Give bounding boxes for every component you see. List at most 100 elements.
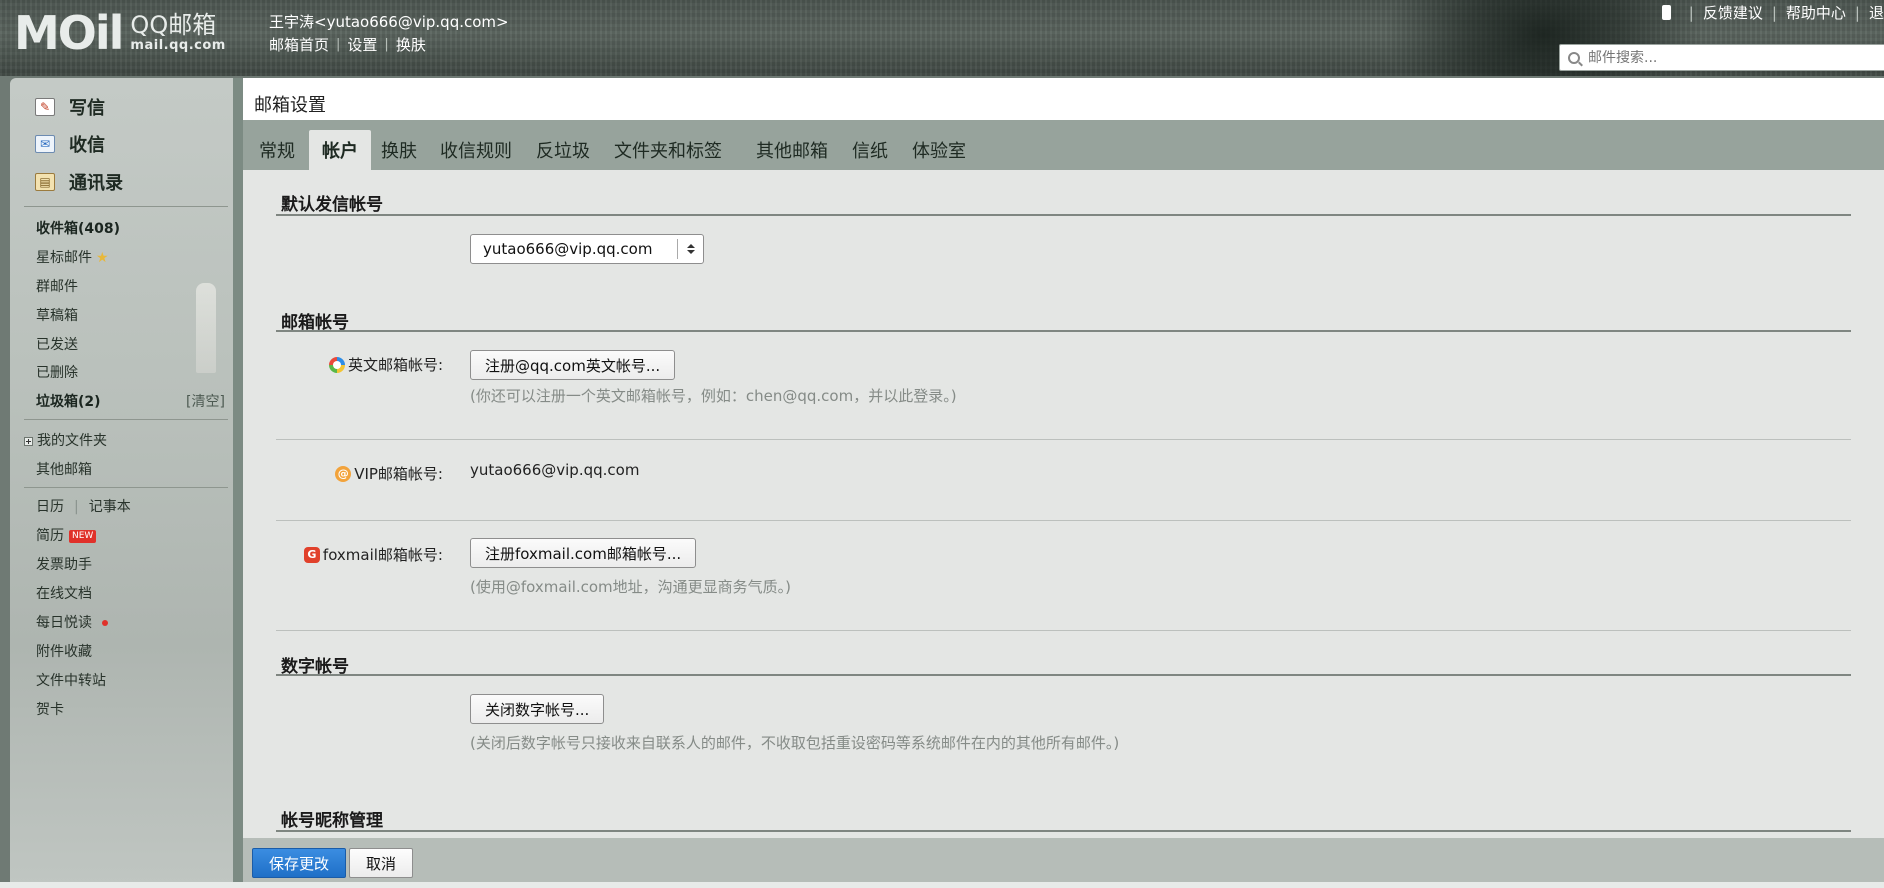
sidebar: ✎ 写信 ✉ 收信 ▤ 通讯录 收件箱(408) 星标邮件 ★ 群邮件 草稿箱 已… xyxy=(10,78,233,888)
tab-antispam[interactable]: 反垃圾 xyxy=(523,130,603,170)
tab-stationery[interactable]: 信纸 xyxy=(839,130,901,170)
app-file-transfer[interactable]: 文件中转站 xyxy=(36,670,106,690)
address-book-icon: ▤ xyxy=(35,173,55,191)
tab-folders-labels[interactable]: 文件夹和标签 xyxy=(601,130,735,170)
register-foxmail-button[interactable]: 注册foxmail.com邮箱帐号... xyxy=(470,538,697,568)
page-title: 邮箱设置 xyxy=(254,95,326,116)
default-sender-select[interactable]: yutao666@vip.qq.com xyxy=(470,234,704,264)
vip-account-label-wrap: @ VIP邮箱帐号: xyxy=(243,463,443,483)
separator: | xyxy=(74,499,79,515)
close-digital-account-button[interactable]: 关闭数字帐号... xyxy=(470,694,605,724)
app-attachments[interactable]: 附件收藏 xyxy=(36,641,92,661)
tab-accounts[interactable]: 帐户 xyxy=(309,130,371,170)
user-account: 王宇涛<yutao666@vip.qq.com> xyxy=(269,13,509,31)
foxmail-account-label-text: foxmail邮箱帐号: xyxy=(322,546,443,564)
settings-footer: 保存更改 取消 xyxy=(243,838,1884,888)
folder-deleted[interactable]: 已删除 xyxy=(36,362,78,382)
notes-link[interactable]: 记事本 xyxy=(89,499,131,515)
logo[interactable]: MOil QQ邮箱 mail.qq.com xyxy=(14,8,226,58)
phone-icon[interactable] xyxy=(1661,5,1671,20)
default-sender-value: yutao666@vip.qq.com xyxy=(483,240,653,258)
vip-account-label: @ VIP邮箱帐号: xyxy=(335,463,443,484)
section-divider xyxy=(276,214,1851,216)
foxmail-icon: G xyxy=(303,546,320,563)
contacts-button[interactable]: ▤ 通讯录 xyxy=(35,169,123,195)
folder-drafts[interactable]: 草稿箱 xyxy=(36,305,78,325)
app-daily-read[interactable]: 每日悦读 xyxy=(36,612,108,632)
link-mailbox-home[interactable]: 邮箱首页 xyxy=(269,34,329,55)
app-invoice[interactable]: 发票助手 xyxy=(36,554,92,574)
calendar-link[interactable]: 日历 xyxy=(36,499,64,515)
vip-account-value: yutao666@vip.qq.com xyxy=(470,461,640,479)
cancel-button[interactable]: 取消 xyxy=(349,848,414,878)
folder-starred-label: 星标邮件 xyxy=(36,250,92,266)
row-divider xyxy=(276,439,1851,440)
logo-mark: MOil xyxy=(14,6,124,60)
foxmail-account-label-wrap: G foxmail邮箱帐号: xyxy=(243,544,443,564)
contacts-label: 通讯录 xyxy=(69,173,123,194)
folder-sent[interactable]: 已发送 xyxy=(36,334,78,354)
clear-spam-link[interactable]: [清空] xyxy=(186,391,225,411)
receive-button[interactable]: ✉ 收信 xyxy=(35,131,105,157)
settings-title-bar: 邮箱设置 xyxy=(243,78,1884,120)
tab-other-mailboxes[interactable]: 其他邮箱 xyxy=(743,130,841,170)
resume-link[interactable]: 简历 NEW xyxy=(36,525,97,545)
sidebar-figure-decoration xyxy=(196,283,216,373)
folder-starred[interactable]: 星标邮件 ★ xyxy=(36,247,109,267)
top-right-links: | 反馈建议 | 帮助中心 | 退 xyxy=(1661,2,1884,23)
divider xyxy=(24,206,228,207)
english-account-label-text: 英文邮箱帐号: xyxy=(347,356,443,374)
section-divider xyxy=(276,330,1851,332)
link-skin[interactable]: 换肤 xyxy=(396,34,426,55)
separator: | xyxy=(336,37,341,52)
section-title-nickname: 帐号昵称管理 xyxy=(281,811,383,831)
section-title-default-sender: 默认发信帐号 xyxy=(281,195,383,215)
settings-tabs: 常规 帐户 换肤 收信规则 反垃圾 文件夹和标签 其他邮箱 信纸 体验室 xyxy=(243,120,1884,170)
my-folders[interactable]: 我的文件夹 xyxy=(24,430,107,450)
logo-text: QQ邮箱 mail.qq.com xyxy=(130,12,225,54)
divider xyxy=(24,419,228,420)
my-folders-label: 我的文件夹 xyxy=(37,433,107,449)
settings-content: 默认发信帐号 yutao666@vip.qq.com 邮箱帐号 英文邮箱帐号: … xyxy=(243,170,1884,838)
at-icon: @ xyxy=(335,465,352,482)
resume-label: 简历 xyxy=(36,528,64,544)
foxmail-hint: (使用@foxmail.com地址，沟通更显商务气质。) xyxy=(470,578,792,596)
star-icon: ★ xyxy=(96,250,109,266)
calendar-notes-row: 日历 | 记事本 xyxy=(36,496,131,516)
row-divider xyxy=(276,630,1851,631)
user-links: 邮箱首页 | 设置 | 换肤 xyxy=(269,34,426,55)
separator: | xyxy=(1854,3,1860,22)
link-logout[interactable]: 退 xyxy=(1869,2,1884,23)
app-cards[interactable]: 贺卡 xyxy=(36,699,64,719)
folder-group[interactable]: 群邮件 xyxy=(36,276,78,296)
search-input[interactable] xyxy=(1588,49,1868,66)
english-account-label-wrap: 英文邮箱帐号: xyxy=(243,354,443,374)
section-divider xyxy=(276,674,1851,676)
compose-button[interactable]: ✎ 写信 xyxy=(35,94,105,120)
tab-rules[interactable]: 收信规则 xyxy=(427,130,525,170)
tab-lab[interactable]: 体验室 xyxy=(899,130,979,170)
expand-icon[interactable] xyxy=(24,436,33,446)
separator: | xyxy=(384,37,389,52)
app-docs[interactable]: 在线文档 xyxy=(36,583,92,603)
save-button[interactable]: 保存更改 xyxy=(252,848,347,878)
english-account-hint: (你还可以注册一个英文邮箱帐号，例如：chen@qq.com，并以此登录。) xyxy=(470,387,957,405)
top-header: MOil QQ邮箱 mail.qq.com 王宇涛<yutao666@vip.q… xyxy=(0,0,1884,76)
compose-label: 写信 xyxy=(69,98,105,119)
new-badge: NEW xyxy=(69,529,97,543)
folder-spam[interactable]: 垃圾箱(2) xyxy=(36,391,101,411)
link-help[interactable]: 帮助中心 xyxy=(1786,2,1846,23)
bottom-strip xyxy=(0,882,1884,888)
receive-label: 收信 xyxy=(69,135,105,156)
folder-inbox[interactable]: 收件箱(408) xyxy=(36,218,120,238)
register-english-account-button[interactable]: 注册@qq.com英文帐号... xyxy=(470,350,676,380)
search-box[interactable] xyxy=(1559,44,1884,71)
link-settings[interactable]: 设置 xyxy=(347,34,377,55)
vip-account-label-text: VIP邮箱帐号: xyxy=(354,465,443,483)
tab-general[interactable]: 常规 xyxy=(246,130,308,170)
link-feedback[interactable]: 反馈建议 xyxy=(1703,2,1763,23)
english-account-label: 英文邮箱帐号: xyxy=(328,354,443,375)
tab-skin[interactable]: 换肤 xyxy=(368,130,430,170)
section-divider xyxy=(276,830,1851,832)
other-mailboxes[interactable]: 其他邮箱 xyxy=(36,459,92,479)
